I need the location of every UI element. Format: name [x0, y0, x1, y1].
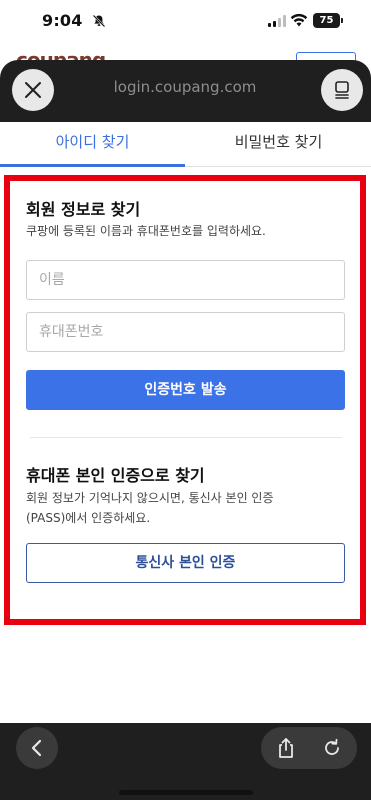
back-button[interactable]: [16, 727, 58, 769]
status-time: 9:04: [42, 11, 83, 30]
reload-icon: [325, 738, 339, 755]
chevron-left-icon: [31, 739, 42, 757]
reader-mode-icon: [335, 81, 349, 99]
find-tabs: 아이디 찾기 비밀번호 찾기: [0, 122, 371, 167]
bell-muted-icon: [92, 14, 106, 28]
close-button[interactable]: [12, 69, 54, 111]
wifi-icon: [290, 13, 308, 27]
reload-button[interactable]: [319, 735, 345, 761]
browser-sheet-header: login.coupang.com: [0, 60, 371, 122]
reader-mode-button[interactable]: [321, 69, 363, 111]
home-indicator: [119, 790, 253, 795]
toolbar-actions: [261, 727, 357, 769]
browser-toolbar: [0, 723, 371, 800]
highlight-frame: [4, 175, 366, 625]
tab-find-id[interactable]: 아이디 찾기: [0, 122, 185, 167]
battery-indicator: 75: [313, 13, 340, 28]
battery-tip: [341, 18, 343, 23]
screen: 9:04 75 coupang: [0, 0, 371, 800]
url-display[interactable]: login.coupang.com: [90, 78, 280, 96]
signal-icon: [268, 15, 286, 27]
status-bar: 9:04 75: [0, 0, 371, 44]
close-icon: [25, 82, 41, 98]
share-button[interactable]: [273, 735, 299, 761]
tab-find-password[interactable]: 비밀번호 찾기: [186, 122, 371, 167]
share-icon: [279, 738, 293, 758]
